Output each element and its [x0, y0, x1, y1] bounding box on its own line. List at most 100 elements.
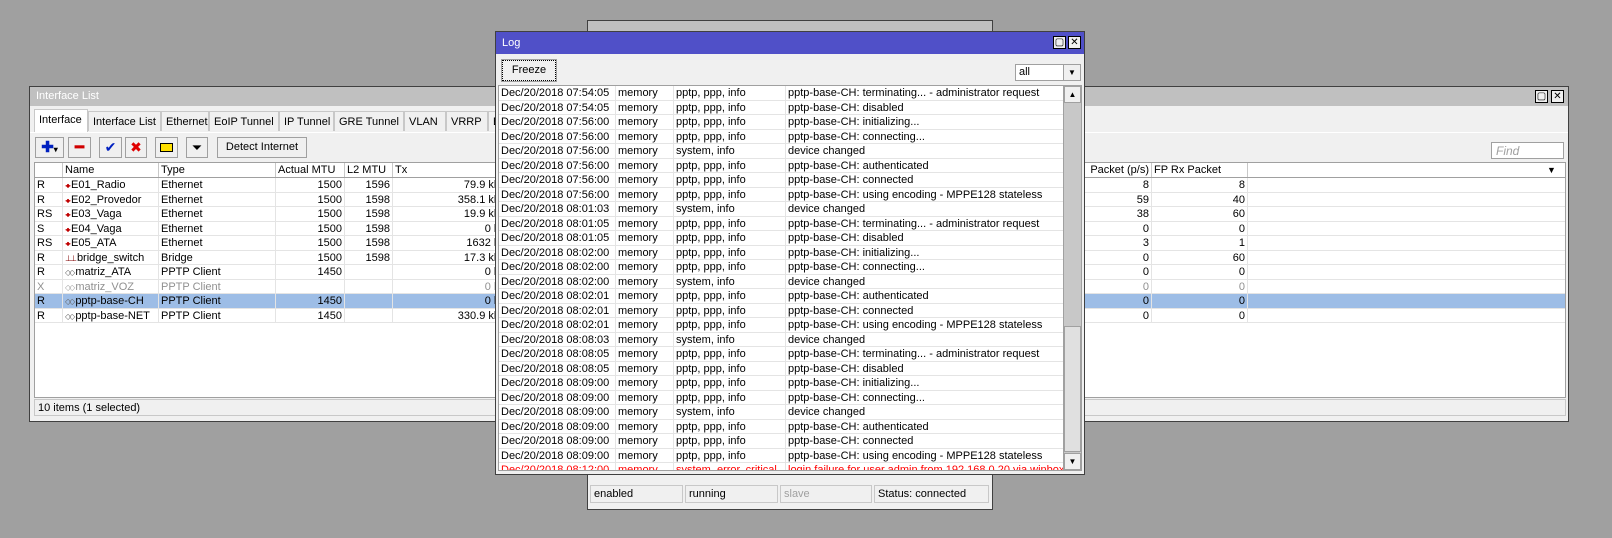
tab-interface-list[interactable]: Interface List [88, 111, 161, 131]
column-fp-rx-packet[interactable]: FP Rx Packet (p/s) [1152, 163, 1248, 177]
log-row[interactable]: Dec/20/2018 08:09:00 memory system, info de… [499, 405, 1081, 420]
log-row[interactable]: Dec/20/2018 08:01:05 memory pptp, ppp, inf… [499, 231, 1081, 246]
tab-interface[interactable]: Interface [34, 109, 88, 132]
log-row[interactable]: Dec/20/2018 07:56:00 memory pptp, ppp, inf… [499, 173, 1081, 188]
log-buffer: memory [616, 419, 674, 434]
l2-mtu-cell [345, 294, 393, 308]
log-time: Dec/20/2018 08:01:03 [499, 202, 616, 216]
status-slave: slave [780, 485, 872, 503]
add-button[interactable]: ✚▾ [35, 137, 64, 158]
log-topics: system, info [674, 274, 786, 289]
type-cell: Bridge [159, 250, 276, 265]
log-time: Dec/20/2018 08:09:00 [499, 448, 616, 463]
log-topics: pptp, ppp, info [674, 158, 786, 173]
title-bar[interactable]: Log ▢ ✕ [496, 32, 1084, 54]
find-input[interactable]: Find [1491, 142, 1564, 159]
tunnel-icon: ◇◇ [65, 311, 75, 321]
column-packet[interactable]: Packet (p/s) [1083, 163, 1152, 177]
log-row[interactable]: Dec/20/2018 08:02:01 memory pptp, ppp, inf… [499, 289, 1081, 304]
column-name[interactable]: Name [63, 163, 159, 177]
maximize-button[interactable]: ▢ [1535, 90, 1548, 103]
tab-eoip-tunnel[interactable]: EoIP Tunnel [209, 111, 279, 131]
log-time: Dec/20/2018 08:12:00 [499, 463, 616, 470]
maximize-button[interactable]: ▢ [1053, 36, 1066, 49]
log-time: Dec/20/2018 08:02:01 [499, 289, 616, 303]
flags: R [35, 294, 63, 308]
log-row[interactable]: Dec/20/2018 07:56:00 memory pptp, ppp, inf… [499, 158, 1081, 173]
log-scrollbar[interactable]: ▲ ▼ [1063, 86, 1081, 470]
log-row[interactable]: Dec/20/2018 08:08:03 memory system, info de… [499, 332, 1081, 347]
log-row[interactable]: Dec/20/2018 08:02:00 memory system, info de… [499, 274, 1081, 289]
log-message: device changed [786, 333, 1081, 347]
tab-ethernet[interactable]: Ethernet [161, 111, 209, 131]
l2-mtu-cell: 1598 [345, 221, 393, 236]
filter-button[interactable]: ⏷ [186, 137, 208, 158]
ethernet-icon: ◂▸ [65, 181, 71, 190]
log-time: Dec/20/2018 08:09:00 [499, 390, 616, 405]
flags: R [35, 265, 63, 279]
tab-bar: Interface Interface List Ethernet EoIP Tunn… [34, 109, 514, 132]
log-row[interactable]: Dec/20/2018 08:02:00 memory pptp, ppp, inf… [499, 260, 1081, 275]
ethernet-icon: ◂▸ [65, 195, 71, 205]
tab-gre-tunnel[interactable]: GRE Tunnel [334, 111, 404, 131]
packet-cell: 0 [1083, 250, 1152, 265]
log-row[interactable]: Dec/20/2018 07:56:00 memory pptp, ppp, inf… [499, 129, 1081, 144]
log-buffer: memory [616, 434, 674, 448]
column-l2-mtu[interactable]: L2 MTU [345, 163, 393, 177]
tx-cell: 0 b [393, 221, 503, 236]
detect-internet-button[interactable]: Detect Internet [217, 137, 307, 158]
column-menu-chevron-down-icon[interactable]: ▼ [1545, 163, 1565, 177]
freeze-button[interactable]: Freeze [501, 59, 557, 82]
tx-cell: 19.9 kb [393, 207, 503, 221]
l2-mtu-cell [345, 265, 393, 279]
log-row[interactable]: Dec/20/2018 07:54:05 memory pptp, ppp, inf… [499, 100, 1081, 115]
close-button[interactable]: ✕ [1068, 36, 1081, 49]
scroll-up-button[interactable]: ▲ [1064, 86, 1081, 103]
log-message: pptp-base-CH: disabled [786, 231, 1081, 245]
log-row[interactable]: Dec/20/2018 07:56:00 memory system, info de… [499, 144, 1081, 159]
log-row[interactable]: Dec/20/2018 08:01:05 memory pptp, ppp, inf… [499, 216, 1081, 231]
log-row[interactable]: Dec/20/2018 08:09:00 memory pptp, ppp, inf… [499, 376, 1081, 391]
log-row[interactable]: Dec/20/2018 08:09:00 memory pptp, ppp, inf… [499, 419, 1081, 434]
tab-vlan[interactable]: VLAN [404, 111, 446, 131]
log-row-error[interactable]: Dec/20/2018 08:12:00 memory system, error,… [499, 463, 1081, 470]
disable-button[interactable]: ✖ [125, 137, 147, 158]
log-topics: system, info [674, 144, 786, 158]
column-type[interactable]: Type [159, 163, 276, 177]
log-row[interactable]: Dec/20/2018 07:56:00 memory pptp, ppp, inf… [499, 115, 1081, 130]
column-actual-mtu[interactable]: Actual MTU [276, 163, 345, 177]
enable-button[interactable]: ✔ [99, 137, 122, 158]
log-row[interactable]: Dec/20/2018 08:09:00 memory pptp, ppp, inf… [499, 448, 1081, 463]
name-cell: ◇◇ matriz_VOZ [63, 279, 159, 294]
flag-column-header[interactable] [35, 163, 63, 177]
l2-mtu-cell [345, 308, 393, 323]
log-row[interactable]: Dec/20/2018 08:09:00 memory pptp, ppp, inf… [499, 434, 1081, 449]
tab-vrrp[interactable]: VRRP [446, 111, 488, 131]
log-row[interactable]: Dec/20/2018 08:01:03 memory system, info de… [499, 202, 1081, 217]
log-topics: pptp, ppp, info [674, 390, 786, 405]
close-button[interactable]: ✕ [1551, 90, 1564, 103]
log-buffer: memory [616, 245, 674, 260]
log-message: pptp-base-CH: connecting... [786, 260, 1081, 274]
type-cell: PPTP Client [159, 294, 276, 308]
log-row[interactable]: Dec/20/2018 08:02:01 memory pptp, ppp, inf… [499, 303, 1081, 318]
topic-filter-select[interactable]: all ▼ [1015, 64, 1081, 81]
l2-mtu-cell: 1598 [345, 192, 393, 207]
scroll-down-button[interactable]: ▼ [1064, 453, 1081, 470]
chevron-down-icon[interactable]: ▼ [1063, 65, 1080, 80]
log-row[interactable]: Dec/20/2018 08:09:00 memory pptp, ppp, inf… [499, 390, 1081, 405]
actual-mtu-cell: 1500 [276, 221, 345, 236]
log-row[interactable]: Dec/20/2018 08:02:00 memory pptp, ppp, inf… [499, 245, 1081, 260]
log-row[interactable]: Dec/20/2018 08:02:01 memory pptp, ppp, inf… [499, 318, 1081, 333]
log-row[interactable]: Dec/20/2018 08:08:05 memory pptp, ppp, inf… [499, 347, 1081, 362]
tab-ip-tunnel[interactable]: IP Tunnel [279, 111, 334, 131]
scroll-thumb[interactable] [1064, 326, 1081, 452]
log-message: pptp-base-CH: terminating... - administr… [786, 217, 1081, 231]
log-row[interactable]: Dec/20/2018 07:56:00 memory pptp, ppp, inf… [499, 187, 1081, 202]
log-topics: pptp, ppp, info [674, 318, 786, 332]
log-topics: pptp, ppp, info [674, 245, 786, 260]
remove-button[interactable]: ━ [68, 137, 91, 158]
log-row[interactable]: Dec/20/2018 07:54:05 memory pptp, ppp, inf… [499, 86, 1081, 101]
log-row[interactable]: Dec/20/2018 08:08:05 memory pptp, ppp, inf… [499, 361, 1081, 376]
comment-button[interactable] [155, 137, 178, 158]
